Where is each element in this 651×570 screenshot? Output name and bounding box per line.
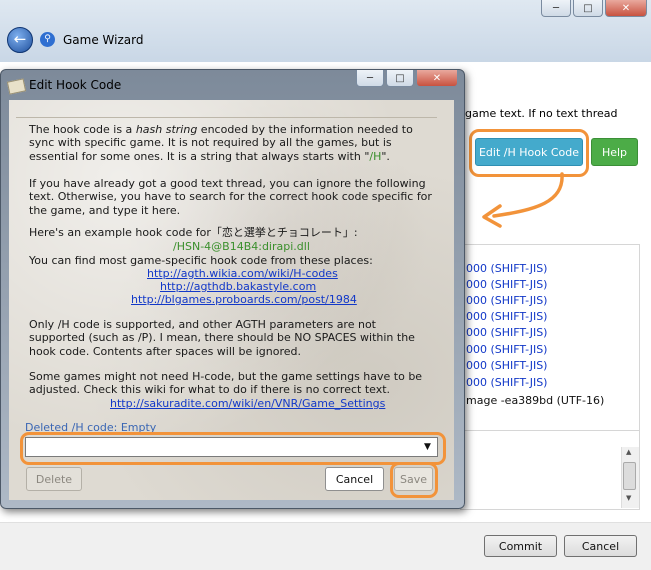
example-intro: Here's an example hook code for「恋と選挙とチョコ… — [29, 226, 358, 239]
scroll-up-icon[interactable]: ▲ — [626, 448, 631, 456]
back-arrow-icon[interactable]: ← — [7, 27, 33, 53]
close-icon[interactable]: ✕ — [416, 70, 458, 87]
game-settings-paragraph: Some games might not need H-code, but th… — [29, 370, 423, 397]
supported-codes-paragraph: Only /H code is supported, and other AGT… — [29, 318, 415, 358]
wizard-cancel-button[interactable]: Cancel — [564, 535, 637, 557]
thread-item[interactable]: 000 (SHIFT-JIS) — [466, 376, 547, 389]
delete-button[interactable]: Delete — [26, 467, 82, 491]
scrollbar-thumb[interactable] — [623, 462, 636, 490]
search-app-icon: ⚲ — [40, 32, 55, 47]
commit-button[interactable]: Commit — [484, 535, 557, 557]
intro-text: ". — [381, 149, 390, 163]
h-prefix-highlight: /H — [369, 149, 382, 163]
example-hook-code: /HSN-4@B14B4:dirapi.dll — [173, 240, 310, 253]
link-agthdb[interactable]: http://agthdb.bakastyle.com — [160, 280, 316, 293]
cancel-button[interactable]: Cancel — [325, 467, 384, 491]
intro-text: The hook code is a — [29, 123, 136, 136]
annotation-arrow — [482, 172, 564, 228]
minimize-icon[interactable]: ─ — [541, 0, 571, 17]
thread-item[interactable]: 000 (SHIFT-JIS) — [466, 343, 547, 356]
thread-item[interactable]: mage -ea389bd (UTF-16) — [466, 394, 604, 407]
wizard-body-text: game text. If no text thread — [465, 107, 618, 120]
thread-item[interactable]: 000 (SHIFT-JIS) — [466, 294, 547, 307]
maximize-icon[interactable]: □ — [573, 0, 603, 17]
dialog-app-icon — [6, 78, 27, 95]
link-game-settings-wiki[interactable]: http://sakuradite.com/wiki/en/VNR/Game_S… — [110, 397, 385, 410]
intro-paragraph: The hook code is a hash string encoded b… — [29, 123, 433, 163]
link-agth-wikia[interactable]: http://agth.wikia.com/wiki/H-codes — [147, 267, 338, 280]
annotation-circle — [390, 462, 438, 498]
link-blgames[interactable]: http://blgames.proboards.com/post/1984 — [131, 293, 357, 306]
divider — [16, 117, 437, 118]
minimize-icon[interactable]: ─ — [356, 70, 384, 87]
dialog-title: Edit Hook Code — [29, 78, 122, 92]
thread-item[interactable]: 000 (SHIFT-JIS) — [466, 359, 547, 372]
dialog-window-controls: ─ □ ✕ — [356, 70, 458, 87]
scroll-down-icon[interactable]: ▼ — [626, 494, 631, 502]
find-sources-text: You can find most game-specific hook cod… — [29, 254, 373, 267]
hash-string-emphasis: hash string — [135, 123, 198, 136]
maximize-icon[interactable]: □ — [386, 70, 414, 87]
help-button[interactable]: Help — [591, 138, 638, 166]
close-icon[interactable]: ✕ — [605, 0, 647, 17]
annotation-circle — [20, 432, 446, 465]
thread-item[interactable]: 000 (SHIFT-JIS) — [466, 310, 547, 323]
search-paragraph: If you have already got a good text thre… — [29, 177, 432, 217]
thread-item[interactable]: 000 (SHIFT-JIS) — [466, 326, 547, 339]
text-preview-box[interactable] — [460, 430, 640, 510]
thread-item[interactable]: 000 (SHIFT-JIS) — [466, 262, 547, 275]
annotation-circle — [469, 129, 589, 177]
thread-item[interactable]: 000 (SHIFT-JIS) — [466, 278, 547, 291]
wizard-window-controls: ─ □ ✕ — [541, 0, 647, 17]
wizard-title: Game Wizard — [63, 33, 144, 47]
